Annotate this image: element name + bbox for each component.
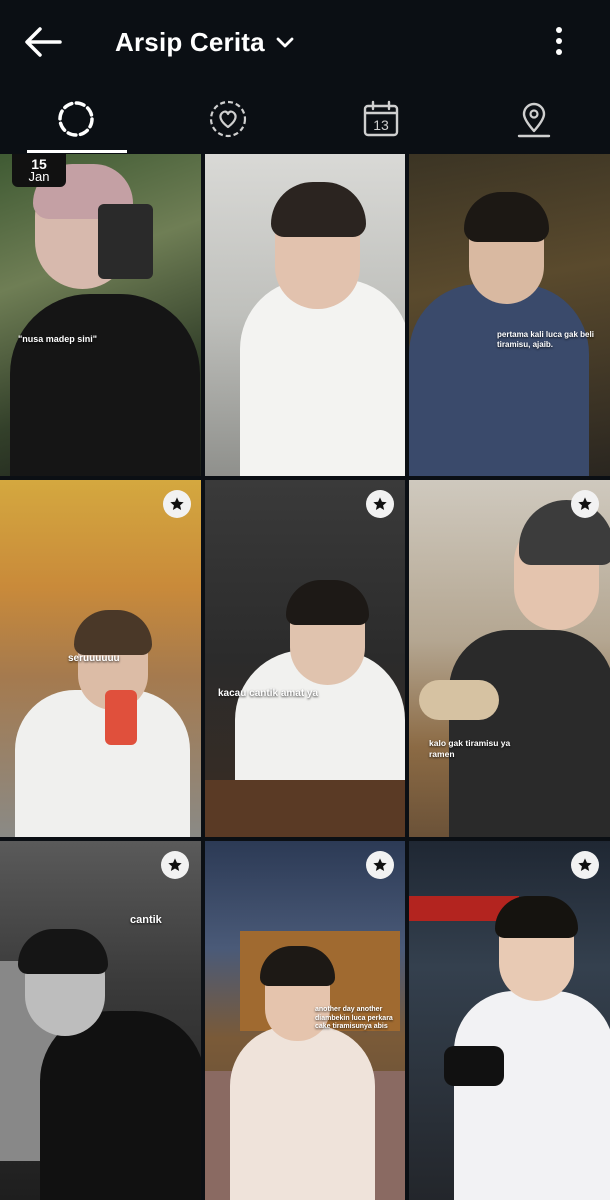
svg-text:13: 13 bbox=[373, 117, 389, 133]
highlight-star-badge bbox=[571, 851, 599, 879]
arrow-left-icon bbox=[25, 27, 62, 57]
location-pin-icon bbox=[517, 102, 551, 138]
back-button[interactable] bbox=[20, 22, 64, 62]
tab-stories[interactable] bbox=[0, 84, 152, 154]
stories-grid: 15 Jan "nusa madep sini" pertama kali lu… bbox=[0, 154, 610, 1200]
tab-map[interactable] bbox=[458, 84, 610, 154]
star-icon bbox=[373, 497, 387, 510]
star-icon bbox=[578, 497, 592, 510]
star-icon bbox=[168, 858, 182, 871]
story-caption: cantik bbox=[130, 914, 162, 926]
top-app-bar: Arsip Cerita bbox=[0, 0, 610, 84]
story-caption: pertama kali luca gak beli tiramisu, aja… bbox=[497, 330, 594, 349]
more-options-button[interactable] bbox=[545, 22, 573, 62]
highlight-star-badge bbox=[366, 490, 394, 518]
highlight-star-badge bbox=[161, 851, 189, 879]
story-thumbnail[interactable]: kalo gak tiramisu ya ramen bbox=[409, 480, 610, 837]
story-thumbnail[interactable]: pertama kali luca gak beli tiramisu, aja… bbox=[409, 154, 610, 476]
calendar-icon: 13 bbox=[363, 100, 399, 137]
story-caption: kacau cantik amat ya bbox=[218, 688, 319, 699]
star-icon bbox=[170, 497, 184, 510]
tab-favorites[interactable] bbox=[152, 84, 304, 154]
highlight-star-badge bbox=[571, 490, 599, 518]
more-vertical-icon bbox=[556, 27, 562, 55]
tab-calendar[interactable]: 13 bbox=[305, 84, 457, 154]
archive-selector[interactable]: Arsip Cerita bbox=[115, 22, 295, 62]
story-thumbnail[interactable]: another day another diambekin luca perka… bbox=[205, 841, 405, 1200]
story-caption: "nusa madep sini" bbox=[18, 334, 98, 344]
story-caption: kalo gak tiramisu ya ramen bbox=[429, 738, 511, 759]
archive-tabs: 13 bbox=[0, 84, 610, 154]
story-caption: another day another diambekin luca perka… bbox=[315, 1006, 393, 1030]
heart-circle-icon bbox=[209, 100, 247, 138]
story-thumbnail[interactable] bbox=[205, 154, 405, 476]
active-tab-indicator bbox=[27, 150, 127, 153]
story-thumbnail[interactable]: cantik bbox=[0, 841, 201, 1200]
story-date-badge: 15 Jan bbox=[12, 154, 66, 187]
story-circle-icon bbox=[58, 101, 94, 137]
story-thumbnail[interactable] bbox=[409, 841, 610, 1200]
highlight-star-badge bbox=[366, 851, 394, 879]
star-icon bbox=[578, 858, 592, 871]
story-thumbnail[interactable]: 15 Jan "nusa madep sini" bbox=[0, 154, 201, 476]
highlight-star-badge bbox=[163, 490, 191, 518]
story-caption: seruuuuuu bbox=[68, 653, 120, 664]
chevron-down-icon bbox=[276, 37, 294, 48]
story-thumbnail[interactable]: seruuuuuu bbox=[0, 480, 201, 837]
story-thumbnail[interactable]: kacau cantik amat ya bbox=[205, 480, 405, 837]
page-title: Arsip Cerita bbox=[115, 26, 265, 57]
star-icon bbox=[373, 858, 387, 871]
